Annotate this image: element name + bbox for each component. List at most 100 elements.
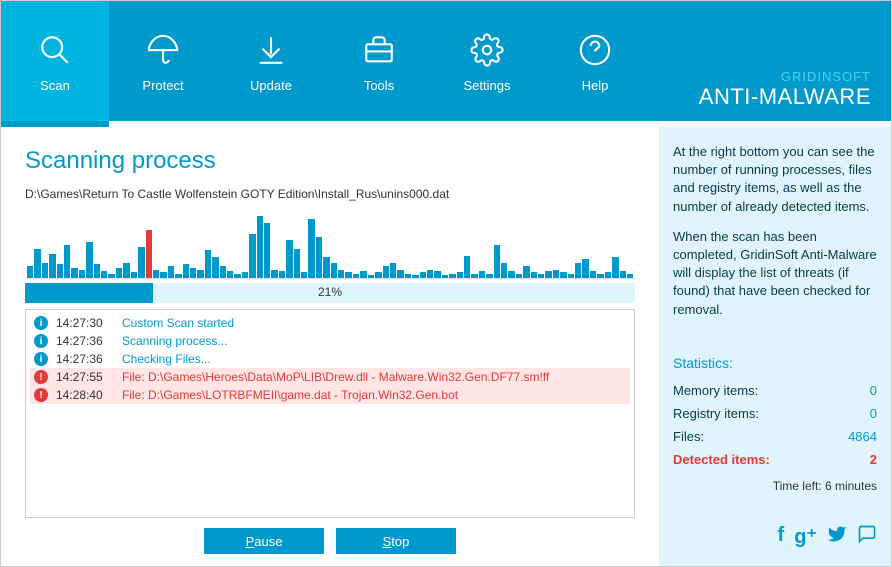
chart-bar (197, 270, 203, 278)
chart-bar (345, 272, 351, 278)
chart-bar (582, 259, 588, 278)
facebook-icon[interactable]: f (778, 524, 785, 550)
log-time: 14:27:36 (56, 334, 114, 348)
chart-bar (457, 272, 463, 278)
nav-settings[interactable]: Settings (433, 1, 541, 121)
chart-bar (146, 230, 152, 278)
chart-bar (486, 274, 492, 278)
twitter-icon[interactable] (827, 524, 847, 550)
chart-bar (560, 272, 566, 278)
chart-bar (323, 257, 329, 278)
chart-bar (575, 263, 581, 278)
chart-bar (86, 242, 92, 278)
scan-log[interactable]: i 14:27:30 Custom Scan started i 14:27:3… (25, 309, 635, 518)
chart-bar (442, 275, 448, 278)
stat-label: Registry items: (673, 406, 759, 421)
nav-protect[interactable]: Protect (109, 1, 217, 121)
social-links: f g⁺ (673, 512, 877, 550)
briefcase-icon (362, 30, 396, 70)
download-icon (254, 30, 288, 70)
info-icon: i (34, 334, 48, 348)
stat-value: 0 (870, 406, 877, 421)
stats-title: Statistics: (673, 355, 877, 371)
chart-bar (620, 271, 626, 278)
chart-bar (308, 219, 314, 278)
help-icon (578, 30, 612, 70)
chart-bar (471, 274, 477, 278)
chart-bar (427, 270, 433, 278)
chart-bar (94, 264, 100, 278)
nav-update[interactable]: Update (217, 1, 325, 121)
activity-chart (25, 209, 635, 279)
chart-bar (390, 263, 396, 278)
log-row: i 14:27:36 Checking Files... (30, 350, 630, 368)
sidebar-paragraph: When the scan has been completed, Gridin… (673, 228, 877, 319)
magnify-icon (38, 30, 72, 70)
log-row: i 14:27:30 Custom Scan started (30, 314, 630, 332)
chart-bar (479, 271, 485, 278)
stat-label: Files: (673, 429, 704, 444)
app-window: Scan Protect Update Tools Settings Help GRIDI… (0, 0, 892, 567)
log-message: File: D:\Games\LOTRBFMEII\game.dat - Tro… (122, 388, 458, 402)
brand: GRIDINSOFT ANTI-MALWARE (699, 69, 871, 110)
chart-bar (190, 268, 196, 278)
chart-bar (338, 270, 344, 278)
nav-label: Help (582, 78, 609, 93)
chart-bar (531, 272, 537, 278)
chart-bar (353, 274, 359, 278)
chart-bar (501, 263, 507, 278)
chart-bar (34, 249, 40, 278)
chart-bar (508, 271, 514, 278)
log-time: 14:27:55 (56, 370, 114, 384)
chart-bar (160, 272, 166, 278)
nav-help[interactable]: Help (541, 1, 649, 121)
feedback-icon[interactable] (857, 524, 877, 550)
log-row: ! 14:27:55 File: D:\Games\Heroes\Data\Mo… (30, 368, 630, 386)
header: Scan Protect Update Tools Settings Help GRIDI… (1, 1, 891, 121)
chart-bar (220, 266, 226, 278)
chart-bar (375, 272, 381, 278)
stat-label: Detected items: (673, 452, 770, 467)
chart-bar (257, 216, 263, 278)
stat-detected: Detected items: 2 (673, 448, 877, 471)
chart-bar (131, 272, 137, 278)
nav-scan[interactable]: Scan (1, 1, 109, 121)
chart-bar (138, 247, 144, 278)
chart-bar (227, 271, 233, 278)
chart-bar (494, 245, 500, 278)
stat-value: 2 (870, 452, 877, 467)
pause-button[interactable]: Pause (204, 528, 324, 554)
chart-bar (420, 272, 426, 278)
log-time: 14:27:30 (56, 316, 114, 330)
chart-bar (123, 263, 129, 278)
stat-registry: Registry items: 0 (673, 402, 877, 425)
stat-memory: Memory items: 0 (673, 379, 877, 402)
body: Scanning process D:\Games\Return To Cast… (1, 127, 891, 566)
nav-label: Update (250, 78, 292, 93)
stat-label: Memory items: (673, 383, 758, 398)
stat-files: Files: 4864 (673, 425, 877, 448)
nav-label: Tools (364, 78, 394, 93)
chart-bar (42, 263, 48, 278)
chart-bar (316, 237, 322, 278)
chart-bar (286, 240, 292, 278)
stat-value: 0 (870, 383, 877, 398)
progress-text: 21% (25, 285, 635, 299)
log-message: Custom Scan started (122, 316, 234, 330)
chart-bar (538, 274, 544, 278)
stop-button[interactable]: Stop (336, 528, 456, 554)
info-icon: i (34, 352, 48, 366)
nav-label: Scan (40, 78, 70, 93)
chart-bar (27, 266, 33, 278)
chart-bar (523, 266, 529, 278)
chart-bar (57, 264, 63, 278)
nav-tools[interactable]: Tools (325, 1, 433, 121)
chart-bar (101, 271, 107, 278)
googleplus-icon[interactable]: g⁺ (794, 524, 817, 550)
chart-bar (568, 274, 574, 278)
progress-bar: 21% (25, 283, 635, 303)
chart-bar (383, 266, 389, 278)
log-message: File: D:\Games\Heroes\Data\MoP\LIB\Drew.… (122, 370, 549, 384)
log-row: i 14:27:36 Scanning process... (30, 332, 630, 350)
time-left: Time left: 6 minutes (673, 479, 877, 493)
